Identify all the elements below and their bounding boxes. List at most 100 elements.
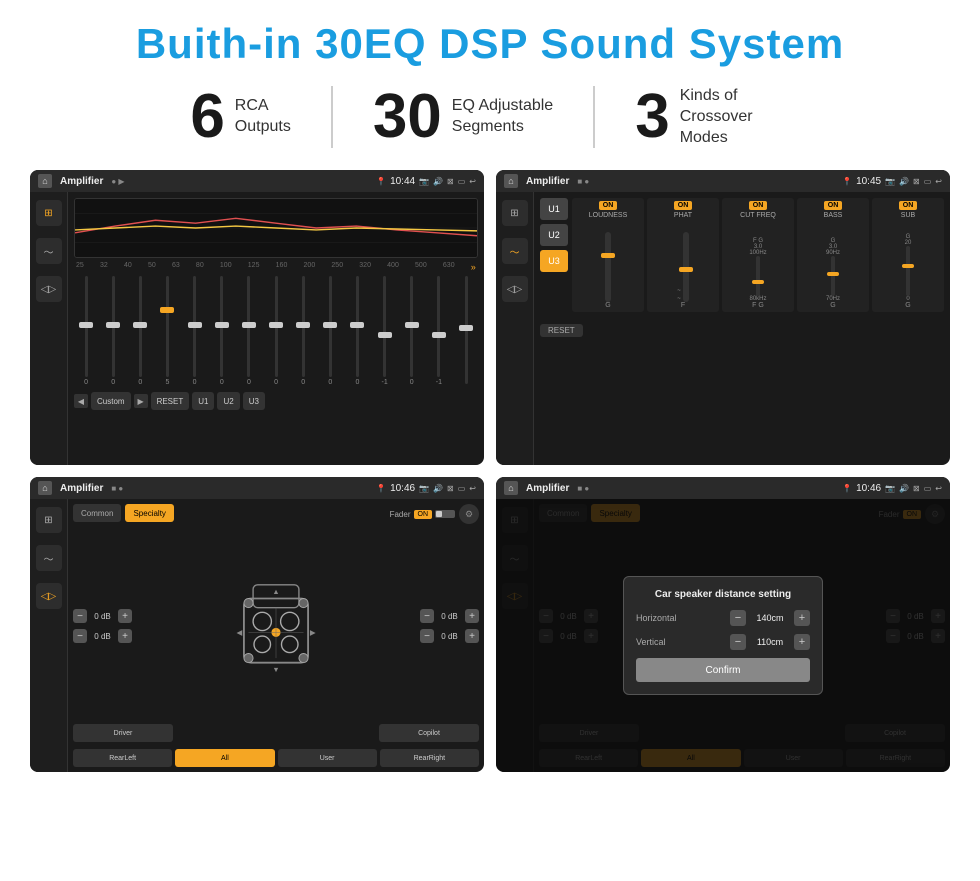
eq-bottom-bar: ◀ Custom ▶ RESET U1 U2 U3 — [74, 390, 478, 412]
cutfreq-slider[interactable] — [756, 256, 760, 296]
left-bot-minus[interactable]: − — [73, 629, 87, 643]
rearleft-btn[interactable]: RearLeft — [73, 749, 172, 767]
car-svg: ▼ ▲ ◀ ▶ — [226, 571, 326, 681]
speaker-bottom-btns-2: RearLeft All User RearRight — [73, 749, 479, 767]
rearright-btn[interactable]: RearRight — [380, 749, 479, 767]
home-icon-1[interactable]: ⌂ — [38, 174, 52, 188]
eq-slider-7[interactable]: 0 — [237, 276, 261, 386]
eq-slider-2[interactable]: 0 — [101, 276, 125, 386]
sub-slider[interactable] — [906, 246, 910, 296]
left-bot-plus[interactable]: + — [118, 629, 132, 643]
stat-eq: 30 EQ AdjustableSegments — [333, 86, 595, 148]
sub-val: G — [905, 302, 910, 309]
eq-filter-btn[interactable]: ⊞ — [36, 200, 62, 226]
status-icons-4: 📷🔊⊠▭↩ — [885, 484, 942, 493]
home-icon-2[interactable]: ⌂ — [504, 174, 518, 188]
all-btn[interactable]: All — [175, 749, 274, 767]
left-top-minus[interactable]: − — [73, 609, 87, 623]
screen-speaker: ⌂ Amplifier ■ ● 📍 10:46 📷🔊⊠▭↩ ⊞ 〜 ◁▷ — [30, 477, 484, 772]
loudness-slider[interactable] — [605, 232, 611, 302]
speaker-main-panel: Common Specialty Fader ON ⚙ — [68, 499, 484, 772]
eq-slider-14[interactable]: -1 — [427, 276, 451, 386]
eq-slider-10[interactable]: 0 — [318, 276, 342, 386]
right-bot-minus[interactable]: − — [420, 629, 434, 643]
horizontal-minus-btn[interactable]: − — [730, 610, 746, 626]
u2-btn[interactable]: U2 — [540, 224, 568, 246]
horizontal-row: Horizontal − 140cm + — [636, 610, 810, 626]
fader-on-btn[interactable]: ON — [414, 510, 433, 519]
volume-btn[interactable]: ◁▷ — [36, 276, 62, 302]
side-eq-btn-3[interactable]: ⊞ — [36, 507, 62, 533]
copilot-btn[interactable]: Copilot — [379, 724, 479, 742]
eq-slider-1[interactable]: 0 — [74, 276, 98, 386]
fader-slider[interactable] — [435, 510, 455, 518]
crossover-reset-btn[interactable]: RESET — [540, 324, 583, 337]
cutfreq-val: F G — [752, 302, 764, 309]
confirm-btn[interactable]: Confirm — [636, 658, 810, 682]
eq-slider-12[interactable]: -1 — [373, 276, 397, 386]
svg-text:▲: ▲ — [272, 587, 279, 596]
home-icon-4[interactable]: ⌂ — [504, 481, 518, 495]
eq-custom-btn[interactable]: Custom — [91, 392, 131, 410]
driver-btn[interactable]: Driver — [73, 724, 173, 742]
cutfreq-on[interactable]: ON — [749, 201, 768, 210]
bass-val: G — [830, 302, 835, 309]
home-icon-3[interactable]: ⌂ — [38, 481, 52, 495]
location-icon-2: 📍 — [842, 177, 852, 186]
eq-slider-13[interactable]: 0 — [400, 276, 424, 386]
u1-btn[interactable]: U1 — [540, 198, 568, 220]
amplifier-title-2: Amplifier — [526, 176, 569, 187]
specialty-tab[interactable]: Specialty — [125, 504, 173, 522]
phat-on[interactable]: ON — [674, 201, 693, 210]
bass-slider[interactable] — [831, 256, 835, 296]
eq-slider-5[interactable]: 0 — [183, 276, 207, 386]
stat-crossover: 3 Kinds ofCrossover Modes — [595, 86, 829, 148]
eq-u1-btn[interactable]: U1 — [192, 392, 214, 410]
eq-prev-btn[interactable]: ◀ — [74, 394, 88, 408]
u3-btn[interactable]: U3 — [540, 250, 568, 272]
time-1: 10:44 — [390, 176, 415, 187]
left-top-plus[interactable]: + — [118, 609, 132, 623]
common-tab[interactable]: Common — [73, 504, 121, 522]
side-panel-3: ⊞ 〜 ◁▷ — [30, 499, 68, 772]
stat-crossover-number: 3 — [635, 86, 669, 148]
eq-reset-btn[interactable]: RESET — [151, 392, 190, 410]
eq-u2-btn[interactable]: U2 — [217, 392, 239, 410]
sub-on[interactable]: ON — [899, 201, 918, 210]
right-top-minus[interactable]: − — [420, 609, 434, 623]
bass-on[interactable]: ON — [824, 201, 843, 210]
horizontal-plus-btn[interactable]: + — [794, 610, 810, 626]
phat-slider[interactable] — [683, 232, 689, 302]
wave-btn[interactable]: 〜 — [36, 238, 62, 264]
side-vol-btn-3[interactable]: ◁▷ — [36, 583, 62, 609]
eq-u3-btn[interactable]: U3 — [243, 392, 265, 410]
speaker-settings-icon[interactable]: ⚙ — [459, 504, 479, 524]
side-wave-btn-2[interactable]: 〜 — [502, 238, 528, 264]
eq-slider-15[interactable] — [454, 276, 478, 386]
eq-next-btn[interactable]: ▶ — [134, 394, 148, 408]
vertical-plus-btn[interactable]: + — [794, 634, 810, 650]
user-btn[interactable]: User — [278, 749, 377, 767]
eq-slider-9[interactable]: 0 — [291, 276, 315, 386]
location-icon-4: 📍 — [842, 484, 852, 493]
loudness-on[interactable]: ON — [599, 201, 618, 210]
vertical-control: − 110cm + — [730, 634, 810, 650]
speaker-tabs: Common Specialty Fader ON ⚙ — [73, 504, 479, 524]
side-vol-btn-2[interactable]: ◁▷ — [502, 276, 528, 302]
right-top-value: 0 dB — [437, 612, 462, 621]
right-top-plus[interactable]: + — [465, 609, 479, 623]
status-icons-3: 📷🔊⊠▭↩ — [419, 484, 476, 493]
eq-slider-11[interactable]: 0 — [345, 276, 369, 386]
eq-slider-3[interactable]: 0 — [128, 276, 152, 386]
eq-slider-6[interactable]: 0 — [210, 276, 234, 386]
fader-label: Fader — [390, 510, 411, 519]
right-vol-bottom: − 0 dB + — [420, 629, 479, 643]
vertical-minus-btn[interactable]: − — [730, 634, 746, 650]
svg-text:▶: ▶ — [310, 629, 316, 638]
eq-slider-4[interactable]: 5 — [155, 276, 179, 386]
left-vol-bottom: − 0 dB + — [73, 629, 132, 643]
eq-slider-8[interactable]: 0 — [264, 276, 288, 386]
right-bot-plus[interactable]: + — [465, 629, 479, 643]
side-wave-btn-3[interactable]: 〜 — [36, 545, 62, 571]
side-eq-btn-2[interactable]: ⊞ — [502, 200, 528, 226]
